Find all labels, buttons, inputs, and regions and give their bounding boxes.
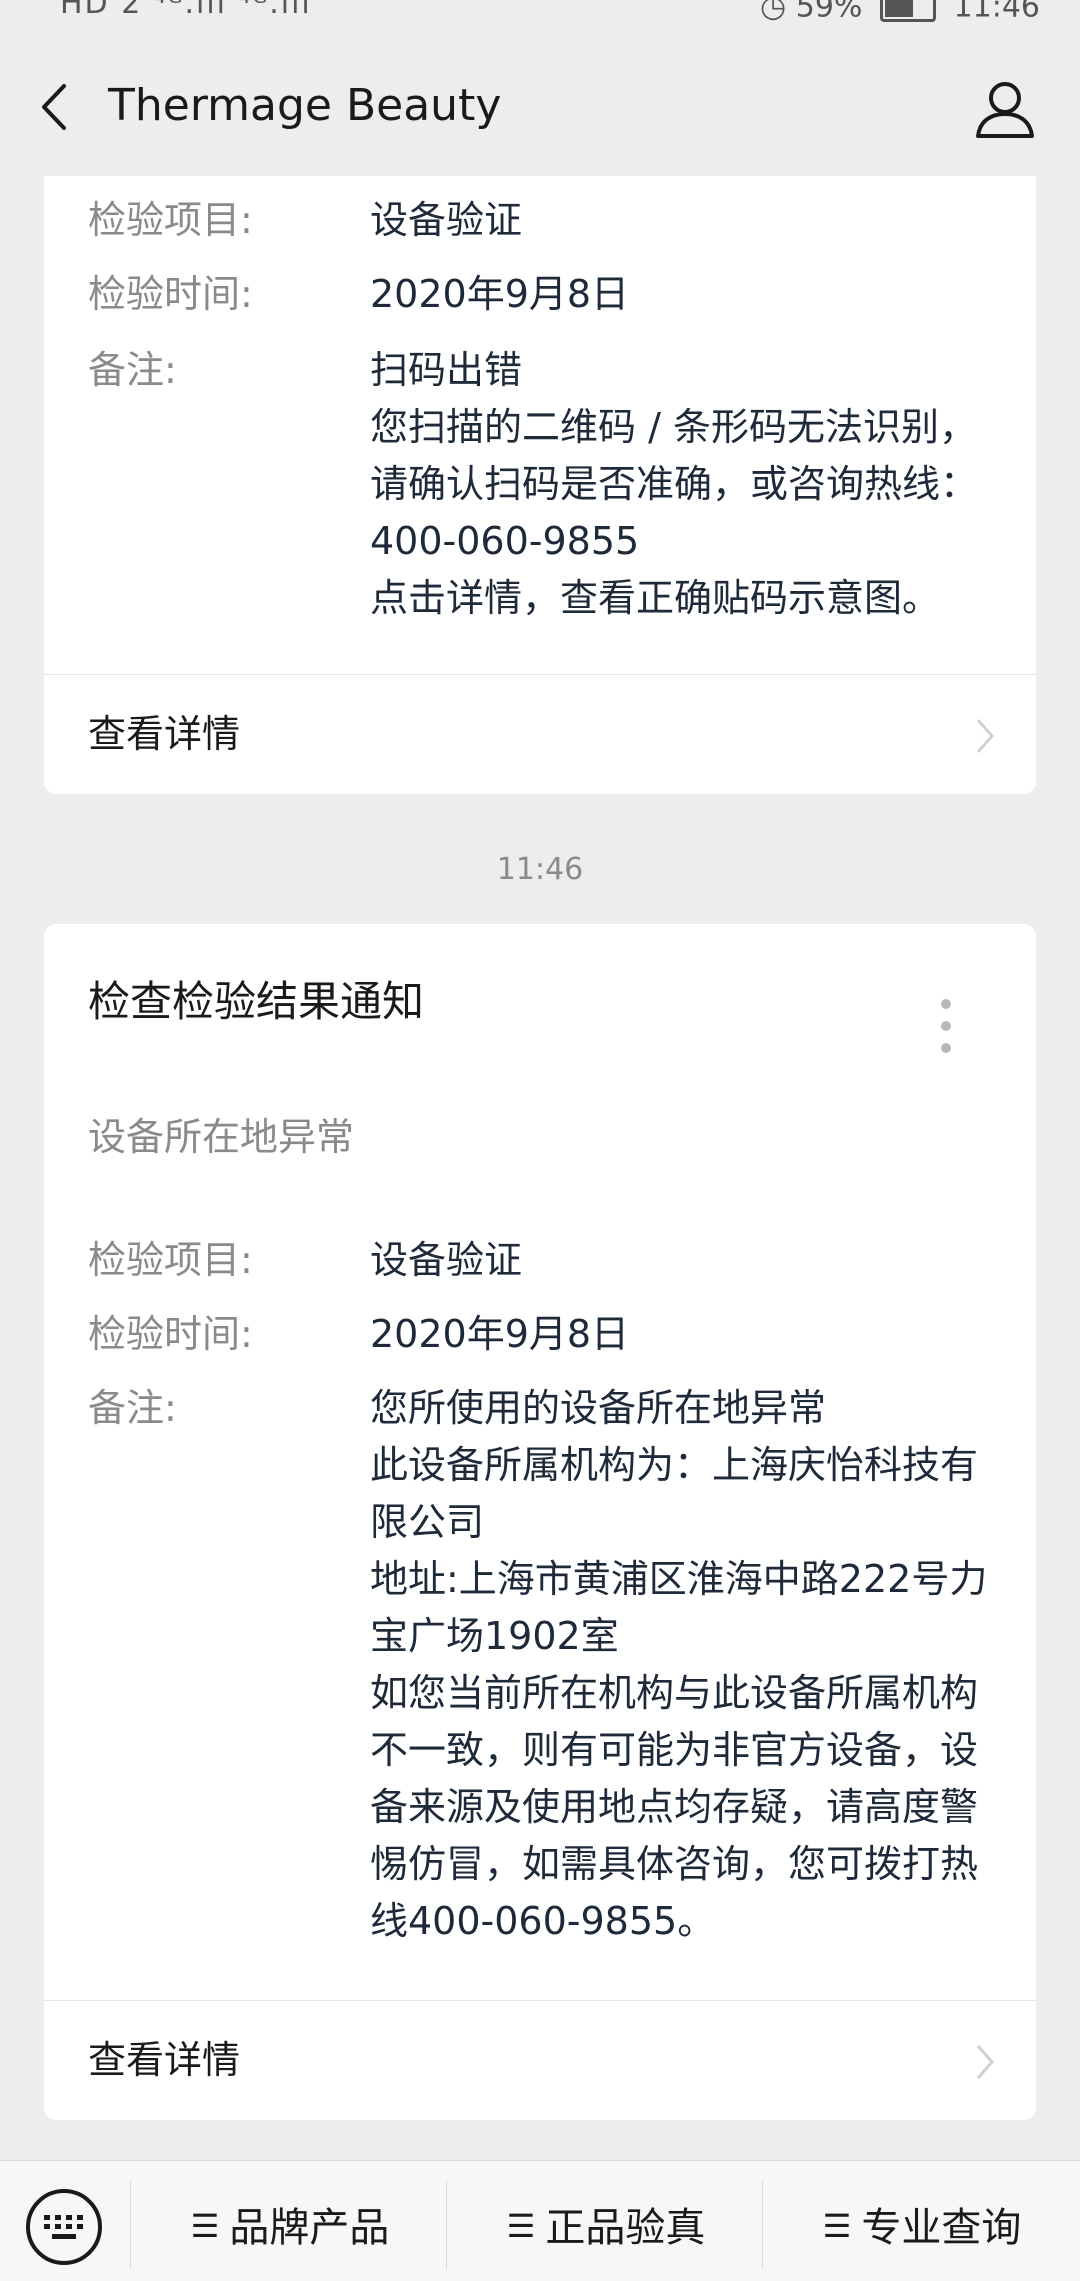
divider [44,2000,1036,2001]
menu-list-icon: ☰ [822,2207,852,2245]
row-label: 备注: [88,1386,177,1430]
nav-bar: Thermage Beauty [0,32,1080,172]
divider [446,2181,447,2269]
back-arrow-icon[interactable] [30,72,80,142]
notification-card-location: 检查检验结果通知 设备所在地异常 检验项目: 设备验证 检验时间: 2020年9… [44,924,1036,2120]
menu-authenticity-check[interactable]: ☰ 正品验真 [456,2191,756,2261]
divider [762,2181,763,2269]
row-value: 扫码出错 您扫描的二维码 / 条形码无法识别， 请确认扫码是否准确，或咨询热线：… [370,348,979,620]
keyboard-icon[interactable] [26,2189,102,2265]
message-timestamp: 11:46 [496,852,584,887]
more-options-icon[interactable] [936,996,956,1056]
card-subtitle: 设备所在地异常 [88,1115,355,1159]
chevron-right-icon [976,2045,994,2079]
clock: 11:46 [953,0,1040,25]
chevron-right-icon [976,719,994,753]
row-value: 2020年9月8日 [370,272,630,316]
row-label: 检验时间: [88,272,253,316]
view-details-link[interactable]: 查看详情 [88,706,240,762]
menu-professional-query[interactable]: ☰ 专业查询 [772,2191,1072,2261]
signal-indicators: HD 2 ⁴ᴳ.ıll ⁴ᴳ.ıll [60,0,312,21]
card-title: 检查检验结果通知 [88,977,425,1026]
menu-brand-products[interactable]: ☰ 品牌产品 [140,2191,440,2261]
row-value: 您所使用的设备所在地异常 此设备所属机构为：上海庆怡科技有 限公司 地址:上海市… [370,1386,988,1943]
row-value: 2020年9月8日 [370,1312,630,1356]
row-value: 设备验证 [370,198,523,242]
status-bar: HD 2 ⁴ᴳ.ıll ⁴ᴳ.ıll ◷ 59% 11:46 [0,0,1080,32]
view-details-link[interactable]: 查看详情 [88,2032,240,2088]
menu-list-icon: ☰ [190,2207,220,2245]
alarm-icon: ◷ [760,0,787,25]
row-value: 设备验证 [370,1238,523,1282]
profile-icon[interactable] [970,74,1040,144]
battery-percent: 59% [795,0,863,25]
bottom-menu-bar: ☰ 品牌产品 ☰ 正品验真 ☰ 专业查询 [0,2160,1080,2281]
status-right: ◷ 59% 11:46 [760,0,1040,22]
row-label: 备注: [88,348,177,392]
divider [130,2181,131,2269]
menu-list-icon: ☰ [506,2207,536,2245]
row-label: 检验时间: [88,1312,253,1356]
battery-icon [879,0,936,22]
notification-card-scan-error: 检验项目: 设备验证 检验时间: 2020年9月8日 备注: 扫码出错 您扫描的… [44,176,1036,794]
row-label: 检验项目: [88,1238,253,1282]
page-title: Thermage Beauty [108,80,502,131]
divider [44,674,1036,675]
row-label: 检验项目: [88,198,253,242]
